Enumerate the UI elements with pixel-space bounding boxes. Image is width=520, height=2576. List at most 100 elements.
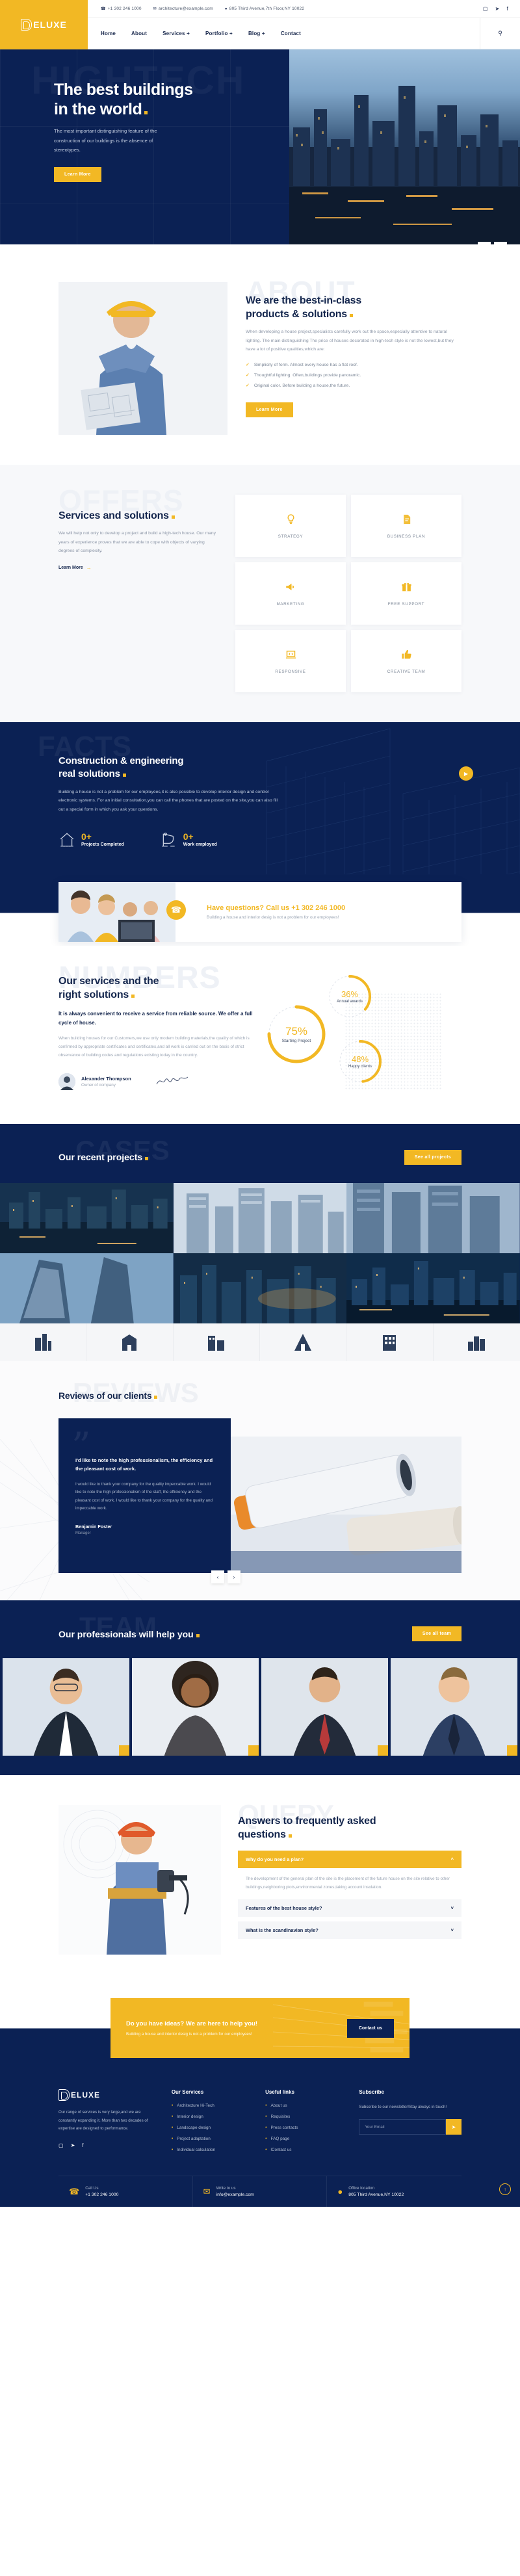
facebook-icon[interactable]: f <box>507 6 508 12</box>
logo[interactable]: ELUXE <box>0 0 88 49</box>
service-card-responsive[interactable]: RESPONSIVE <box>235 630 346 692</box>
project-tile[interactable] <box>0 1182 174 1253</box>
service-card-free-support[interactable]: FREE SUPPORT <box>351 562 462 625</box>
nav-item-blog[interactable]: Blog + <box>248 31 265 36</box>
bullet-icon: • <box>265 2137 267 2142</box>
building-logo[interactable] <box>260 1323 347 1361</box>
service-card-strategy[interactable]: STRATEGY <box>235 495 346 557</box>
service-card-business-plan[interactable]: BUSINESS PLAN <box>351 495 462 557</box>
worker-photo <box>58 282 228 435</box>
list-item[interactable]: • Landscape design <box>172 2126 248 2130</box>
chevron-right-icon[interactable]: › <box>228 1570 240 1584</box>
support-team-photo <box>58 881 176 942</box>
nav-item-about[interactable]: About <box>131 31 147 36</box>
envelope-icon: ✉ <box>153 7 157 11</box>
see-all-team-button[interactable]: See all team <box>411 1626 462 1642</box>
bullet-icon: • <box>171 2126 174 2131</box>
nav-item-home[interactable]: Home <box>101 31 116 36</box>
call-phone[interactable]: +1 302 246 1000 <box>291 904 345 912</box>
megaphone-icon <box>285 581 296 595</box>
project-tile[interactable] <box>173 1253 347 1323</box>
chevron-right-icon[interactable]: › <box>494 242 507 244</box>
contact-us-button[interactable]: Contact us <box>346 2018 394 2038</box>
building-logo[interactable] <box>434 1323 520 1361</box>
faq-question-header[interactable]: What is the scandinavian style? ˅ <box>238 1921 462 1939</box>
contact-value[interactable]: info@example.com <box>216 2192 254 2197</box>
email-input[interactable] <box>359 2119 446 2135</box>
search-icon[interactable]: ⚲ <box>480 18 520 49</box>
topbar-address: ● 805 Third Avenue,7th Floor,NY 10022 <box>225 7 304 11</box>
bullet-icon: • <box>171 2114 174 2120</box>
chevron-left-icon[interactable]: ‹ <box>211 1570 224 1584</box>
hero-cta-button[interactable]: Learn More <box>54 166 101 182</box>
team-section: TEAM Our professionals will help you See… <box>0 1600 520 1776</box>
contact-label: Office location <box>348 2186 374 2191</box>
list-item[interactable]: • Interior design <box>172 2114 248 2119</box>
twitter-icon[interactable]: ➤ <box>495 6 500 12</box>
map-pin-icon: ● <box>224 7 228 11</box>
project-tile[interactable] <box>173 1182 347 1253</box>
list-item[interactable]: • Requisites <box>265 2114 342 2119</box>
call-sub: Building a house and interior desig is n… <box>207 915 339 920</box>
list-item[interactable]: • Individual calculation <box>172 2148 248 2152</box>
project-tile[interactable] <box>346 1253 520 1323</box>
list-item[interactable]: • Press contacts <box>265 2126 342 2130</box>
arrow-up-icon[interactable]: ↑ <box>499 2183 511 2196</box>
facts-counters: 0+ Projects Completed 0+ Work employed <box>58 831 462 848</box>
counter-work-employed: 0+ Work employed <box>161 831 217 848</box>
contact-value[interactable]: +1 302 246 1000 <box>85 2192 118 2197</box>
member-badge <box>378 1745 388 1756</box>
list-item[interactable]: • lContact us <box>265 2148 342 2152</box>
avatar <box>58 1073 75 1090</box>
list-item[interactable]: • Architecture Hi-Tech <box>172 2103 248 2108</box>
faq-section: QUERY Answers to frequently asked questi… <box>0 1775 520 1985</box>
list-item[interactable]: • FAQ page <box>265 2137 342 2141</box>
facts-section: FACTS ▶ Construction & engineering real … <box>0 722 520 874</box>
footer-logo[interactable]: ELUXE <box>58 2089 155 2101</box>
list-item[interactable]: • About us <box>265 2103 342 2108</box>
team-title-text: Our professionals will help you <box>58 1628 194 1639</box>
member-badge <box>248 1745 259 1756</box>
check-icon: ✓ <box>246 384 250 388</box>
instagram-icon[interactable]: ▢ <box>58 2142 64 2148</box>
nav-item-services[interactable]: Services + <box>162 31 190 36</box>
check-icon: ✓ <box>246 373 250 378</box>
building-logo[interactable] <box>174 1323 260 1361</box>
team-member[interactable] <box>391 1658 517 1756</box>
member-badge <box>119 1745 129 1756</box>
faq-question-header[interactable]: Features of the best house style? ˅ <box>238 1899 462 1917</box>
send-icon[interactable]: ➤ <box>445 2119 462 2135</box>
faq-question-header[interactable]: Why do you need a plan? ^ <box>238 1851 462 1869</box>
numbers-title: Our services and the right solutions <box>58 974 254 1002</box>
building-logo[interactable] <box>346 1323 434 1361</box>
about-cta-button[interactable]: Learn More <box>246 402 293 417</box>
reviews-title-text: Reviews of our clients <box>58 1390 152 1401</box>
team-member[interactable] <box>261 1658 388 1756</box>
chevron-left-icon[interactable]: ‹ <box>478 242 491 244</box>
building-logo[interactable] <box>86 1323 174 1361</box>
twitter-icon[interactable]: ➤ <box>71 2142 75 2148</box>
topbar-phone[interactable]: ☎ +1 302 246 1000 <box>101 7 142 11</box>
gift-icon <box>401 581 412 595</box>
facts-title-line1: Construction & engineering <box>58 755 184 766</box>
facebook-icon[interactable]: f <box>82 2142 83 2148</box>
projects-grid <box>0 1182 520 1323</box>
play-badge-icon[interactable]: ▶ <box>459 766 473 781</box>
footer-contact-bar: ☎ Call Us +1 302 246 1000 ✉ Write to us in… <box>58 2176 462 2207</box>
instagram-icon[interactable]: ▢ <box>483 6 488 12</box>
project-tile[interactable] <box>346 1182 520 1253</box>
bullet-icon: • <box>265 2148 267 2153</box>
building-logo[interactable] <box>0 1323 87 1361</box>
project-tile[interactable] <box>0 1253 174 1323</box>
topbar-email[interactable]: ✉ architecture@example.com <box>153 7 213 11</box>
services-learn-more-link[interactable]: Learn More → <box>58 565 92 571</box>
team-member[interactable] <box>132 1658 259 1756</box>
service-card-marketing[interactable]: MARKETING <box>235 562 346 625</box>
nav-item-contact[interactable]: Contact <box>281 31 301 36</box>
service-card-creative-team[interactable]: CREATIVE TEAM <box>351 630 462 692</box>
see-all-projects-button[interactable]: See all projects <box>404 1149 462 1165</box>
nav-item-portfolio[interactable]: Portfolio + <box>205 31 233 36</box>
nav-main: Home About Services + Portfolio + Blog +… <box>88 18 480 49</box>
list-item[interactable]: • Project adaptation <box>172 2137 248 2141</box>
team-member[interactable] <box>3 1658 129 1756</box>
